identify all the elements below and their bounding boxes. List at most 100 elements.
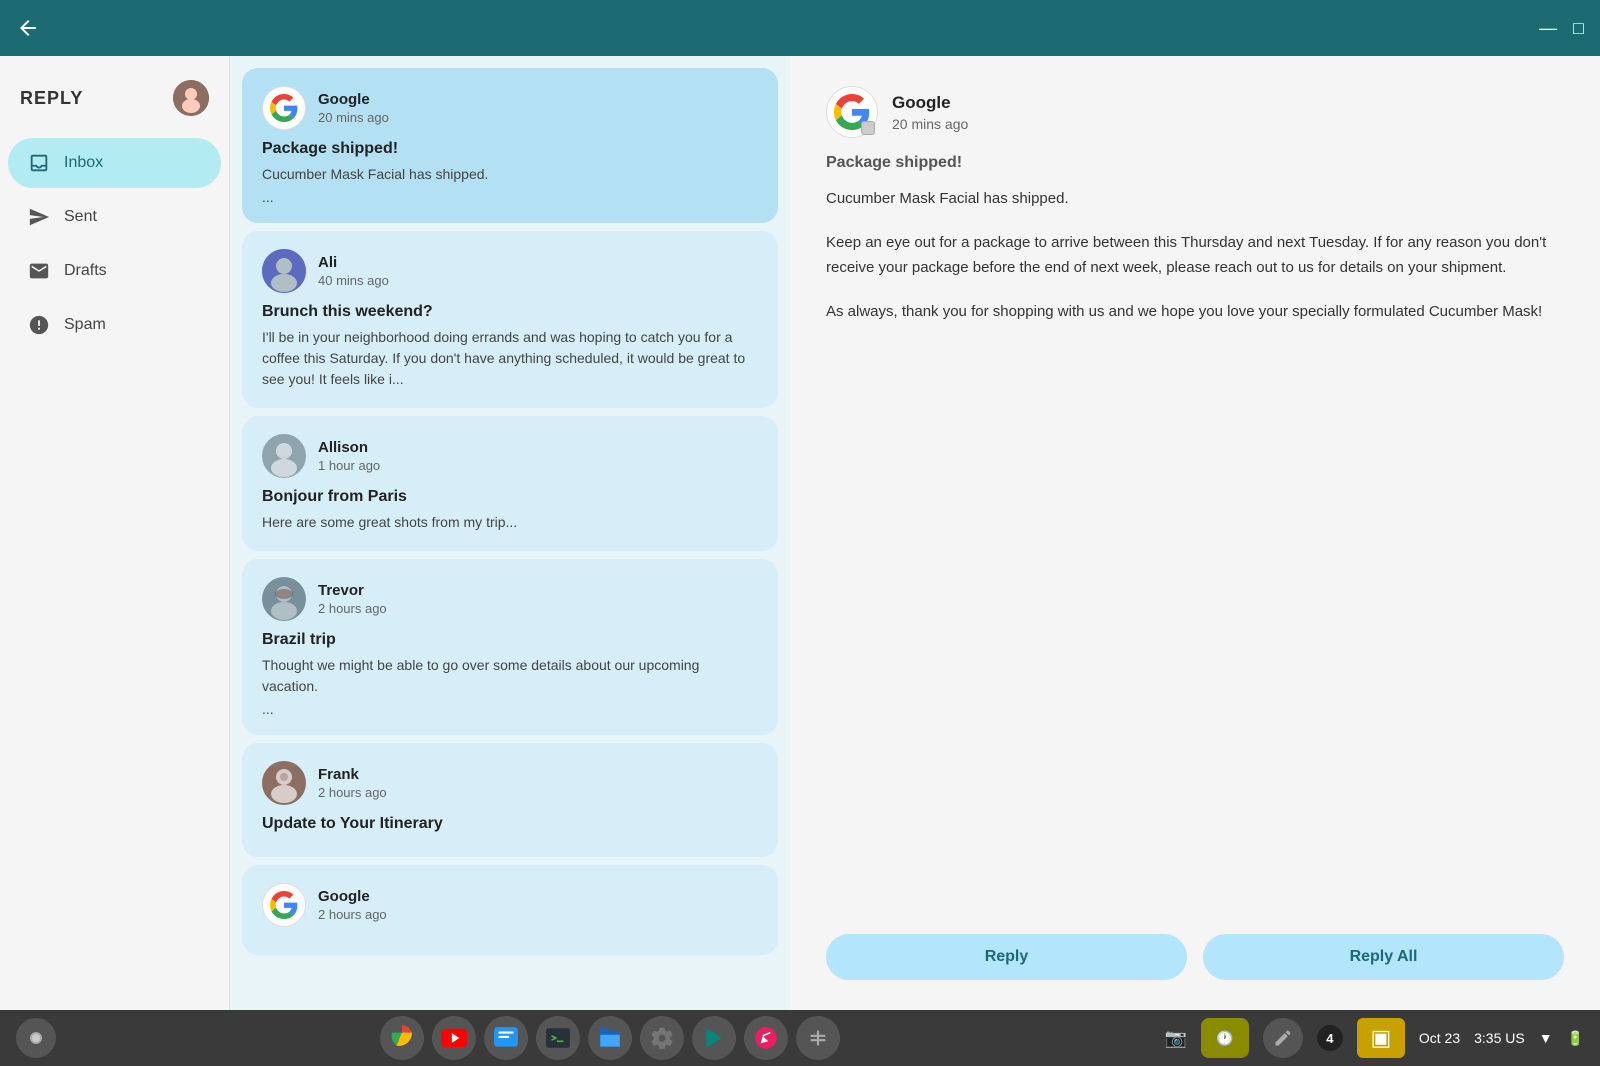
email-preview-1: Cucumber Mask Facial has shipped. — [262, 164, 758, 185]
email-meta-2: Ali 40 mins ago — [318, 254, 389, 288]
taskbar-more[interactable] — [796, 1016, 840, 1060]
detail-actions: Reply Reply All — [826, 934, 1564, 980]
sidebar-item-drafts[interactable]: Drafts — [8, 246, 221, 296]
sidebar-title: REPLY — [20, 88, 83, 109]
email-card-2-header: Ali 40 mins ago — [262, 249, 758, 293]
sidebar-header: REPLY — [0, 64, 229, 136]
detail-meta: Google 20 mins ago — [892, 93, 968, 132]
camera-icon: 📷 — [1164, 1028, 1186, 1049]
email-card-5[interactable]: Frank 2 hours ago Update to Your Itinera… — [242, 743, 778, 857]
taskbar-art[interactable] — [744, 1016, 788, 1060]
detail-time: 20 mins ago — [892, 116, 968, 132]
sidebar-item-inbox[interactable]: Inbox — [8, 138, 221, 188]
back-button[interactable] — [16, 16, 40, 40]
email-time-5: 2 hours ago — [318, 785, 387, 800]
title-bar-left — [16, 16, 40, 40]
email-subject-1: Package shipped! — [262, 140, 758, 158]
email-card-5-header: Frank 2 hours ago — [262, 761, 758, 805]
taskbar-pen-icon[interactable] — [1263, 1018, 1303, 1058]
reply-button[interactable]: Reply — [826, 934, 1187, 980]
email-avatar-6 — [262, 883, 306, 927]
email-time-4: 2 hours ago — [318, 601, 387, 616]
taskbar-files[interactable] — [588, 1016, 632, 1060]
email-avatar-5 — [262, 761, 306, 805]
taskbar-right: 📷 🕐 4 ▣ Oct 23 3:35 US ▼ 🔋 — [1164, 1018, 1584, 1058]
sidebar: REPLY Inbox — [0, 56, 230, 1010]
email-card-3[interactable]: Allison 1 hour ago Bonjour from Paris He… — [242, 416, 778, 551]
email-card-1[interactable]: Google 20 mins ago Package shipped! Cucu… — [242, 68, 778, 223]
taskbar-center — [380, 1016, 840, 1060]
detail-avatar — [826, 86, 878, 138]
sidebar-nav: Inbox Sent Drafts — [0, 136, 229, 352]
email-subject-5: Update to Your Itinerary — [262, 815, 758, 833]
email-card-4[interactable]: Trevor 2 hours ago Brazil trip Thought w… — [242, 559, 778, 735]
email-avatar-1 — [262, 86, 306, 130]
email-ellipsis-4: ... — [262, 701, 758, 717]
minimize-button[interactable]: — — [1539, 18, 1557, 39]
email-time-6: 2 hours ago — [318, 907, 387, 922]
email-subject-4: Brazil trip — [262, 631, 758, 649]
taskbar-chrome[interactable] — [380, 1016, 424, 1060]
email-avatar-3 — [262, 434, 306, 478]
email-card-4-header: Trevor 2 hours ago — [262, 577, 758, 621]
detail-sender: Google — [892, 93, 968, 113]
drafts-icon — [28, 260, 50, 282]
email-card-3-header: Allison 1 hour ago — [262, 434, 758, 478]
taskbar-launcher[interactable] — [16, 1018, 56, 1058]
email-preview-3: Here are some great shots from my trip..… — [262, 512, 758, 533]
email-card-1-header: Google 20 mins ago — [262, 86, 758, 130]
sidebar-avatar — [173, 80, 209, 116]
detail-subject: Package shipped! — [826, 154, 1564, 172]
reply-all-button[interactable]: Reply All — [1203, 934, 1564, 980]
sidebar-item-spam[interactable]: Spam — [8, 300, 221, 350]
email-detail-panel: Google 20 mins ago Package shipped! Cucu… — [790, 56, 1600, 1010]
sidebar-item-spam-label: Spam — [64, 316, 106, 334]
taskbar-terminal[interactable] — [536, 1016, 580, 1060]
email-sender-6: Google — [318, 888, 387, 905]
email-preview-2: I'll be in your neighborhood doing erran… — [262, 327, 758, 390]
detail-header: Google 20 mins ago — [826, 86, 1564, 138]
app-container: REPLY Inbox — [0, 56, 1600, 1010]
email-meta-1: Google 20 mins ago — [318, 91, 389, 125]
sidebar-item-sent[interactable]: Sent — [8, 192, 221, 242]
email-time-2: 40 mins ago — [318, 273, 389, 288]
email-subject-3: Bonjour from Paris — [262, 488, 758, 506]
email-sender-4: Trevor — [318, 582, 387, 599]
taskbar-play[interactable] — [692, 1016, 736, 1060]
email-card-2[interactable]: Ali 40 mins ago Brunch this weekend? I'l… — [242, 231, 778, 408]
email-sender-5: Frank — [318, 766, 387, 783]
network-icon: ▼ — [1539, 1030, 1553, 1046]
detail-body-para2: As always, thank you for shopping with u… — [826, 299, 1564, 325]
email-time-3: 1 hour ago — [318, 458, 380, 473]
email-subject-2: Brunch this weekend? — [262, 303, 758, 321]
email-list: Google 20 mins ago Package shipped! Cucu… — [230, 56, 790, 1010]
taskbar-display-icon[interactable]: ▣ — [1357, 1018, 1405, 1058]
taskbar: 📷 🕐 4 ▣ Oct 23 3:35 US ▼ 🔋 — [0, 1010, 1600, 1066]
taskbar-clock-widget[interactable]: 🕐 — [1201, 1018, 1249, 1058]
maximize-button[interactable]: □ — [1573, 18, 1584, 39]
email-meta-5: Frank 2 hours ago — [318, 766, 387, 800]
email-card-6[interactable]: Google 2 hours ago — [242, 865, 778, 955]
detail-body-para1: Keep an eye out for a package to arrive … — [826, 230, 1564, 281]
taskbar-chat[interactable] — [484, 1016, 528, 1060]
notification-badge[interactable]: 4 — [1317, 1025, 1343, 1051]
email-avatar-4 — [262, 577, 306, 621]
email-meta-4: Trevor 2 hours ago — [318, 582, 387, 616]
taskbar-settings[interactable] — [640, 1016, 684, 1060]
sidebar-item-inbox-label: Inbox — [64, 154, 103, 172]
detail-body: Cucumber Mask Facial has shipped. Keep a… — [826, 186, 1564, 910]
taskbar-left — [16, 1018, 56, 1058]
title-bar-controls: — □ — [1539, 18, 1584, 39]
taskbar-youtube[interactable] — [432, 1016, 476, 1060]
email-sender-3: Allison — [318, 439, 380, 456]
title-bar: — □ — [0, 0, 1600, 56]
sent-icon — [28, 206, 50, 228]
email-time-1: 20 mins ago — [318, 110, 389, 125]
email-preview-4: Thought we might be able to go over some… — [262, 655, 758, 697]
battery-icon: 🔋 — [1567, 1030, 1584, 1047]
taskbar-time: 3:35 US — [1474, 1030, 1525, 1046]
email-sender-1: Google — [318, 91, 389, 108]
email-sender-2: Ali — [318, 254, 389, 271]
spam-icon — [28, 314, 50, 336]
sidebar-item-drafts-label: Drafts — [64, 262, 107, 280]
